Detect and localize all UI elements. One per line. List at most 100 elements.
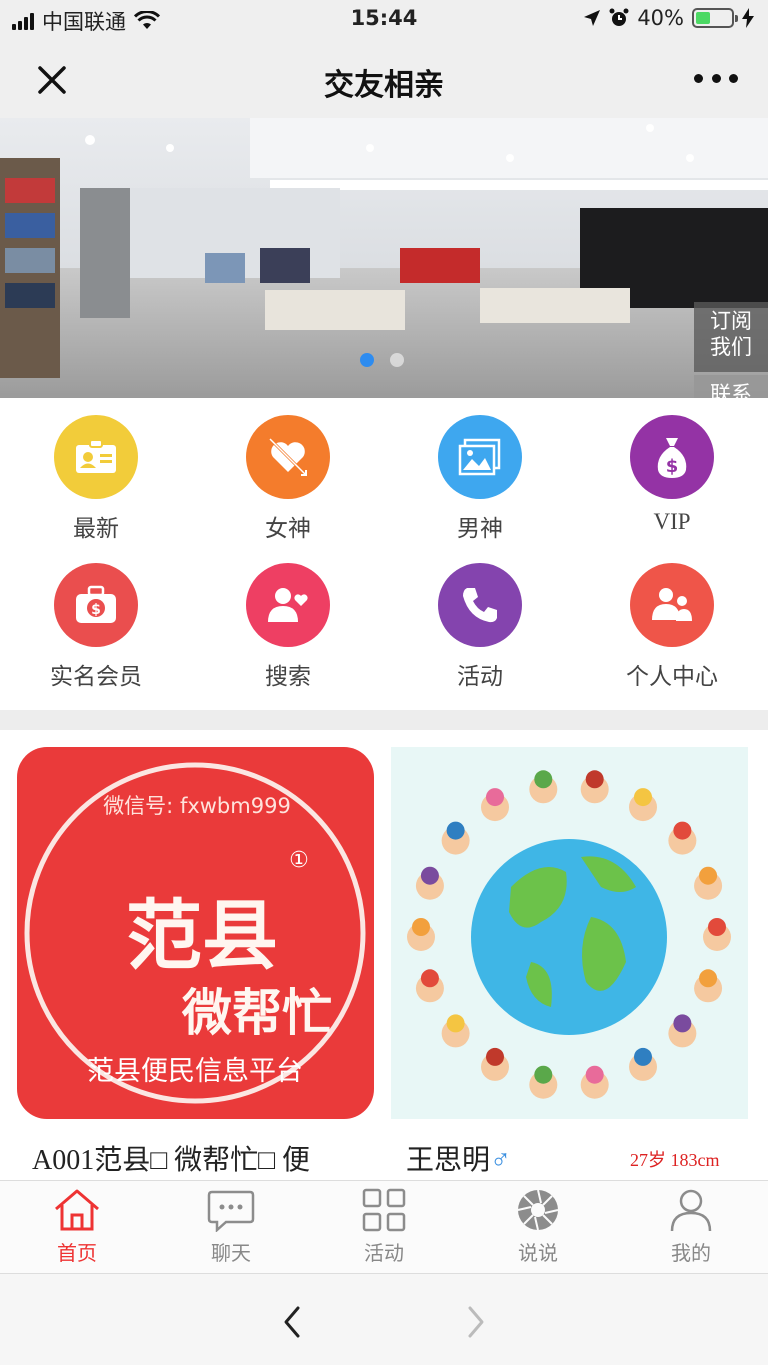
tab-label: 活动 (364, 1241, 404, 1265)
money-bag-icon: $ (657, 438, 687, 478)
menu-label: 个人中心 (626, 664, 718, 690)
more-menu-icon[interactable] (694, 66, 738, 90)
menu-circle (438, 415, 522, 499)
tab-chat[interactable]: 聊天 (154, 1185, 308, 1266)
menu-item-latest[interactable]: 最新 (0, 415, 192, 543)
cartoon-hat (634, 1047, 652, 1066)
male-icon: ♂ (490, 1145, 512, 1176)
heart-arrow-icon (268, 437, 308, 477)
menu-item-god[interactable]: 男神 (384, 415, 576, 543)
alarm-icon (609, 8, 629, 26)
menu-label: 男神 (457, 516, 503, 542)
tab-label: 首页 (57, 1241, 97, 1265)
nav-bar: 交友相亲 (0, 40, 768, 118)
fanxian-logo-image: 微信号: fxwbm999 范县 ① 微帮忙 范县便民信息平台 (17, 747, 374, 1119)
menu-item-activity[interactable]: 活动 (384, 563, 576, 691)
status-bar: 中国联通 15:44 40% (0, 0, 768, 40)
profile-card-name-row[interactable]: 王思明♂ (406, 1138, 511, 1178)
menu-label: 女神 (265, 516, 311, 542)
profile-card-image[interactable]: 微信号: fxwbm999 范县 ① 微帮忙 范县便民信息平台 (17, 747, 374, 1119)
menu-item-search[interactable]: 搜索 (192, 563, 384, 691)
menu-label: VIP (653, 509, 691, 534)
menu-grid: 最新 女神 男神 $ VIP $ 实名会员 搜索 活动 个人中心 (0, 398, 768, 710)
cartoon-hat (708, 918, 726, 936)
profile-card-image[interactable] (391, 747, 748, 1119)
menu-circle (54, 415, 138, 499)
carousel-dot-2[interactable] (390, 353, 404, 367)
menu-circle (438, 563, 522, 647)
menu-circle (630, 563, 714, 647)
tab-home[interactable]: 首页 (0, 1185, 154, 1266)
cartoon-hat (446, 821, 465, 840)
tab-mine[interactable]: 我的 (614, 1185, 768, 1266)
menu-label: 搜索 (265, 664, 311, 690)
location-arrow-icon (584, 10, 601, 26)
subscribe-line-2: 我们 (710, 335, 752, 359)
back-arrow-icon[interactable] (276, 1302, 308, 1342)
browser-toolbar (0, 1273, 768, 1365)
profile-age: 27岁 (630, 1150, 666, 1170)
tab-label: 聊天 (211, 1241, 251, 1265)
menu-circle (246, 563, 330, 647)
cartoon-hat (420, 969, 439, 988)
menu-item-profile[interactable]: 个人中心 (576, 563, 768, 691)
svg-text:$: $ (91, 602, 101, 618)
tab-label: 说说 (518, 1241, 558, 1265)
logo-mid-text: 微帮忙 (181, 984, 332, 1042)
menu-item-vip[interactable]: $ VIP (576, 415, 768, 535)
subscribe-line-1: 订阅 (710, 309, 752, 333)
profile-card-title[interactable]: A001范县□ 微帮忙□ 便 (32, 1138, 310, 1178)
menu-item-goddess[interactable]: 女神 (192, 415, 384, 543)
menu-circle: $ (54, 563, 138, 647)
subscribe-us-tab[interactable]: 订阅 我们 (694, 302, 768, 372)
cartoon-hat (634, 788, 652, 807)
menu-circle (246, 415, 330, 499)
tab-label: 我的 (671, 1241, 711, 1265)
image-icon (458, 438, 501, 476)
people-icon (652, 588, 692, 621)
bottom-tab-bar: 首页 聊天 活动 说说 我的 (0, 1180, 768, 1273)
cartoon-hat (486, 788, 504, 807)
carousel-dot-1[interactable] (360, 353, 374, 367)
profile-meta: 27岁 183cm (630, 1146, 720, 1172)
home-icon (55, 1189, 99, 1231)
logo-sup-text: ① (289, 848, 309, 873)
logo-bottom-text: 范县便民信息平台 (87, 1056, 303, 1087)
profile-name: 王思明 (406, 1145, 491, 1176)
profile-height: 183cm (670, 1150, 720, 1170)
user-icon (670, 1189, 712, 1232)
wallet-icon: $ (76, 585, 116, 623)
chat-icon (207, 1190, 255, 1232)
battery-icon (692, 8, 738, 28)
logo-wechat-text: 微信号: fxwbm999 (103, 794, 291, 818)
battery-percent: 40% (637, 6, 684, 30)
grid-icon (362, 1188, 406, 1232)
logo-big-text: 范县 (126, 891, 278, 980)
page-title: 交友相亲 (324, 68, 444, 103)
cartoon-hat (585, 1065, 604, 1084)
cartoon-hat (420, 866, 439, 885)
cartoon-hat (673, 821, 692, 840)
cartoon-hat (534, 1065, 553, 1084)
cartoon-hat (699, 866, 718, 885)
tab-activity[interactable]: 活动 (307, 1185, 461, 1266)
forward-arrow-icon[interactable] (460, 1302, 492, 1342)
cartoon-hat (673, 1014, 692, 1033)
profile-list: 微信号: fxwbm999 范县 ① 微帮忙 范县便民信息平台 A001范县□ … (0, 730, 768, 1180)
banner-carousel[interactable] (0, 118, 768, 398)
menu-label: 活动 (457, 664, 503, 690)
status-right: 40% (583, 6, 754, 30)
id-card-icon (76, 439, 116, 473)
menu-label: 最新 (73, 516, 119, 542)
cartoon-hat (699, 969, 718, 988)
svg-text:$: $ (666, 456, 679, 477)
charging-bolt-icon (742, 8, 754, 28)
aperture-icon (517, 1189, 559, 1231)
cartoon-hat (412, 918, 430, 936)
cartoon-hat (534, 770, 553, 789)
menu-circle: $ (630, 415, 714, 499)
cartoon-hat (585, 770, 604, 789)
tab-moments[interactable]: 说说 (461, 1185, 615, 1266)
menu-item-verified[interactable]: $ 实名会员 (0, 563, 192, 691)
cartoon-hat (486, 1047, 504, 1066)
